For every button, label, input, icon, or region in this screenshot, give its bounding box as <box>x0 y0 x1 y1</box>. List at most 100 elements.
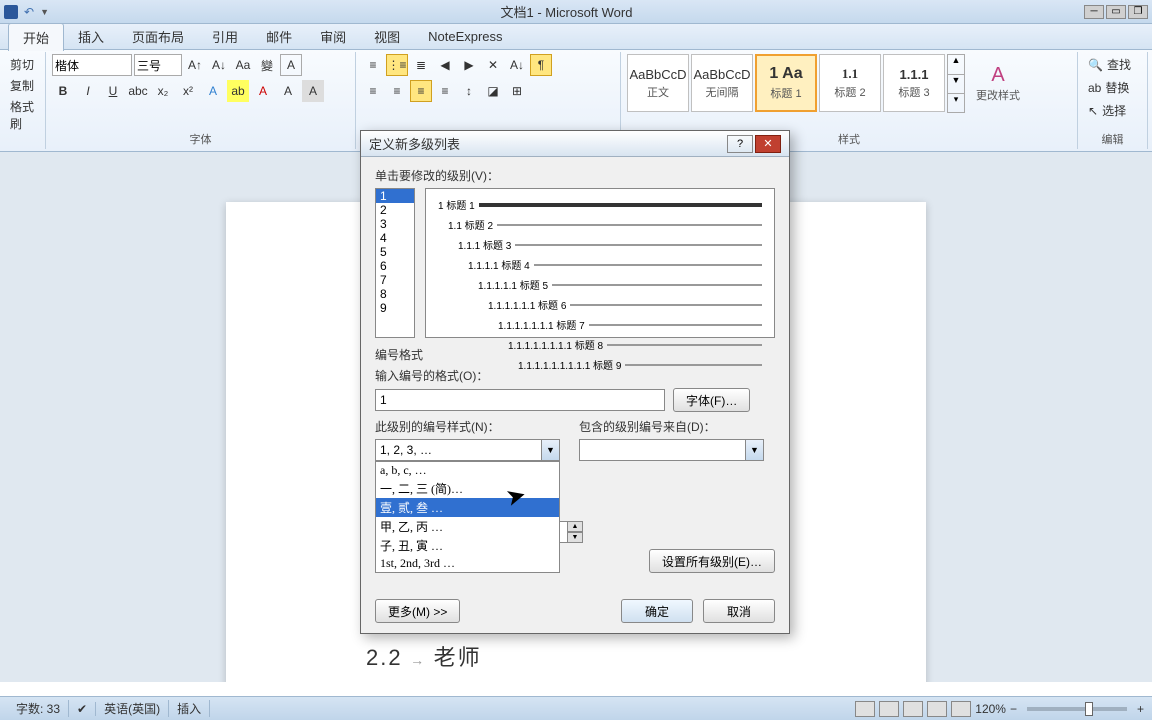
multilevel-list-dialog: 定义新多级列表 ? ✕ 单击要修改的级别(V)： 1 2 3 4 5 6 7 8… <box>360 130 790 634</box>
cut-button[interactable]: 剪切 <box>10 54 39 75</box>
align-left-button[interactable]: ≡ <box>362 80 384 102</box>
align-justify-button[interactable]: ≡ <box>410 80 432 102</box>
borders-button[interactable]: ⊞ <box>506 80 528 102</box>
tab-references[interactable]: 引用 <box>198 23 252 50</box>
draft-view[interactable] <box>951 701 971 717</box>
include-level-combo[interactable]: ▼ <box>579 439 764 461</box>
proofing-icon[interactable]: ✔ <box>69 702 96 716</box>
level-item: 3 <box>376 217 414 231</box>
shading-button[interactable]: ◪ <box>482 80 504 102</box>
select-button[interactable]: ↖选择 <box>1084 100 1141 121</box>
increase-indent-button[interactable]: ▶ <box>458 54 480 76</box>
insert-mode[interactable]: 插入 <box>169 700 210 717</box>
level-item: 7 <box>376 273 414 287</box>
style-heading2[interactable]: 1.1标题 2 <box>819 54 881 112</box>
outline-view[interactable] <box>927 701 947 717</box>
decrease-indent-button[interactable]: ◀ <box>434 54 456 76</box>
font-color-button[interactable]: A <box>252 80 274 102</box>
tab-insert[interactable]: 插入 <box>64 23 118 50</box>
replace-button[interactable]: ab替换 <box>1084 77 1141 98</box>
print-layout-view[interactable] <box>855 701 875 717</box>
asian-layout-button[interactable]: ✕ <box>482 54 504 76</box>
align-distribute-button[interactable]: ≡ <box>434 80 456 102</box>
set-all-levels-button[interactable]: 设置所有级别(E)… <box>649 549 775 573</box>
grow-font-button[interactable]: A↑ <box>184 54 206 76</box>
sort-button[interactable]: A↓ <box>506 54 528 76</box>
restore-button[interactable]: ❐ <box>1128 5 1148 19</box>
number-style-combo[interactable]: 1, 2, 3, … ▼ a, b, c, … 一, 二, 三 (简)… 壹, … <box>375 439 560 461</box>
quick-access-toolbar: ↶ ▼ <box>4 5 49 19</box>
find-button[interactable]: 🔍查找 <box>1084 54 1141 75</box>
minimize-button[interactable]: ─ <box>1084 5 1104 19</box>
superscript-button[interactable]: x² <box>177 80 199 102</box>
change-styles-button[interactable]: A更改样式 <box>967 54 1029 112</box>
preview-box: 1 标题 1 1.1 标题 2 1.1.1 标题 3 1.1.1.1 标题 4 … <box>425 188 775 338</box>
bullets-button[interactable]: ≡ <box>362 54 384 76</box>
tab-home[interactable]: 开始 <box>8 23 64 51</box>
underline-button[interactable]: U <box>102 80 124 102</box>
style-nospace[interactable]: AaBbCcD无间隔 <box>691 54 753 112</box>
spin-down[interactable]: ▼ <box>567 532 583 543</box>
style-normal[interactable]: AaBbCcD正文 <box>627 54 689 112</box>
char-shading-button[interactable]: A <box>302 80 324 102</box>
font-size-select[interactable] <box>134 54 182 76</box>
show-marks-button[interactable]: ¶ <box>530 54 552 76</box>
tab-layout[interactable]: 页面布局 <box>118 23 198 50</box>
help-button[interactable]: ? <box>727 135 753 153</box>
zoom-level[interactable]: 120% <box>975 702 1006 716</box>
ribbon-tabs: 开始 插入 页面布局 引用 邮件 审阅 视图 NoteExpress <box>0 24 1152 50</box>
subscript-button[interactable]: x₂ <box>152 80 174 102</box>
tab-noteexpress[interactable]: NoteExpress <box>414 25 516 48</box>
phonetic-button[interactable]: 變 <box>256 54 278 76</box>
level-item: 9 <box>376 301 414 315</box>
more-button[interactable]: 更多(M) >> <box>375 599 460 623</box>
font-name-select[interactable] <box>52 54 132 76</box>
qat-dropdown-icon[interactable]: ▼ <box>40 7 49 17</box>
italic-button[interactable]: I <box>77 80 99 102</box>
word-count[interactable]: 字数: 33 <box>8 700 69 717</box>
format-input[interactable] <box>375 389 665 411</box>
highlight-button[interactable]: ab <box>227 80 249 102</box>
strikethrough-button[interactable]: abc <box>127 80 149 102</box>
tab-review[interactable]: 审阅 <box>306 23 360 50</box>
editing-group: 🔍查找 ab替换 ↖选择 编辑 <box>1078 52 1148 149</box>
qat-undo-icon[interactable]: ↶ <box>24 5 34 19</box>
bold-button[interactable]: B <box>52 80 74 102</box>
char-border-button[interactable]: A <box>277 80 299 102</box>
tab-view[interactable]: 视图 <box>360 23 414 50</box>
zoom-slider[interactable] <box>1027 707 1127 711</box>
zoom-in-button[interactable]: + <box>1137 702 1144 716</box>
spin-up[interactable]: ▲ <box>567 521 583 532</box>
style-option: 壹, 贰, 叁 … <box>376 498 559 517</box>
language-status[interactable]: 英语(英国) <box>96 700 169 717</box>
zoom-out-button[interactable]: − <box>1010 702 1017 716</box>
style-dropdown-list[interactable]: a, b, c, … 一, 二, 三 (简)… 壹, 贰, 叁 … 甲, 乙, … <box>375 461 560 573</box>
styles-scroll-down[interactable]: ▼ <box>948 74 964 93</box>
line-spacing-button[interactable]: ↕ <box>458 80 480 102</box>
include-label: 包含的级别编号来自(D)： <box>579 418 775 435</box>
dialog-titlebar[interactable]: 定义新多级列表 ? ✕ <box>361 131 789 157</box>
style-heading1[interactable]: 1 Aa标题 1 <box>755 54 817 112</box>
styles-scroll-up[interactable]: ▲ <box>948 55 964 74</box>
web-layout-view[interactable] <box>903 701 923 717</box>
clear-formatting-button[interactable]: A <box>280 54 302 76</box>
text-effects-button[interactable]: A <box>202 80 224 102</box>
copy-button[interactable]: 复制 <box>10 75 39 96</box>
format-painter-button[interactable]: 格式刷 <box>10 96 39 134</box>
tab-mailings[interactable]: 邮件 <box>252 23 306 50</box>
multilevel-button[interactable]: ≣ <box>410 54 432 76</box>
level-list[interactable]: 1 2 3 4 5 6 7 8 9 <box>375 188 415 338</box>
cancel-button[interactable]: 取消 <box>703 599 775 623</box>
style-heading3[interactable]: 1.1.1标题 3 <box>883 54 945 112</box>
align-center-button[interactable]: ≡ <box>386 80 408 102</box>
fullscreen-view[interactable] <box>879 701 899 717</box>
titlebar: ↶ ▼ 文档1 - Microsoft Word ─ ▭ ❐ <box>0 0 1152 24</box>
numbering-button[interactable]: ⋮≡ <box>386 54 408 76</box>
styles-gallery-button[interactable]: ▾ <box>948 93 964 112</box>
ok-button[interactable]: 确定 <box>621 599 693 623</box>
change-case-button[interactable]: Aa <box>232 54 254 76</box>
close-button[interactable]: ✕ <box>755 135 781 153</box>
font-button[interactable]: 字体(F)… <box>673 388 750 412</box>
maximize-button[interactable]: ▭ <box>1106 5 1126 19</box>
shrink-font-button[interactable]: A↓ <box>208 54 230 76</box>
